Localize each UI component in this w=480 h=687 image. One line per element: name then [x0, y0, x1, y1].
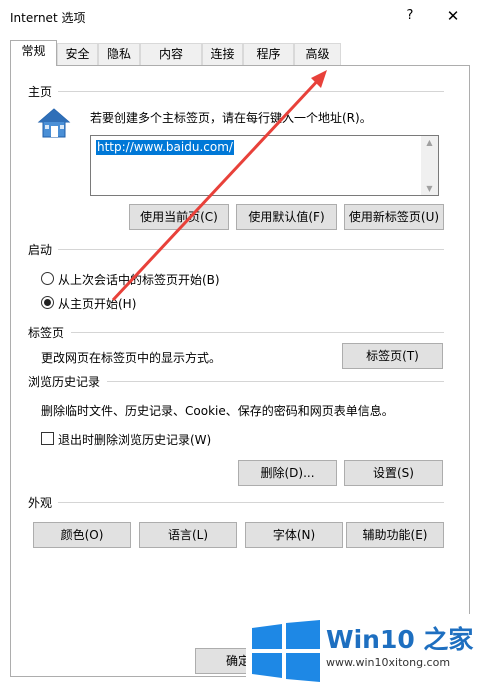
tab-content[interactable]: 内容: [140, 43, 202, 65]
tabs-description: 更改网页在标签页中的显示方式。: [41, 351, 222, 365]
history-group-label: 浏览历史记录: [28, 375, 101, 389]
languages-button[interactable]: 语言(L): [139, 522, 237, 548]
window-title: Internet 选项: [10, 11, 86, 25]
startup-group-separator: [58, 249, 444, 250]
delete-history-button[interactable]: 删除(D)...: [238, 460, 337, 486]
watermark-title: Win10 之家: [326, 625, 474, 654]
use-current-button[interactable]: 使用当前页(C): [129, 204, 229, 230]
colors-button[interactable]: 颜色(O): [33, 522, 131, 548]
appearance-group-label: 外观: [28, 496, 53, 510]
home-group-label: 主页: [28, 85, 53, 99]
watermark: Win10 之家 www.win10xitong.com: [246, 614, 480, 687]
help-button[interactable]: ?: [400, 6, 420, 26]
delete-on-exit-label: 退出时删除浏览历史记录(W): [58, 433, 212, 447]
appearance-group-separator: [58, 502, 444, 503]
home-url-textarea[interactable]: http://www.baidu.com/ ▲ ▼: [90, 135, 439, 196]
startup-group-label: 启动: [28, 243, 53, 257]
start-home-radio[interactable]: [41, 296, 54, 309]
tabs-group-separator: [71, 332, 444, 333]
fonts-button[interactable]: 字体(N): [245, 522, 343, 548]
windows-logo-icon: [252, 620, 320, 685]
title-bar: Internet 选项 ? ✕: [0, 0, 480, 32]
use-new-tab-button[interactable]: 使用新标签页(U): [344, 204, 444, 230]
use-default-button[interactable]: 使用默认值(F): [236, 204, 337, 230]
history-group-separator: [107, 381, 444, 382]
delete-on-exit-checkbox[interactable]: [41, 432, 54, 445]
tab-security[interactable]: 安全: [57, 43, 98, 65]
tab-connections[interactable]: 连接: [202, 43, 243, 65]
close-button[interactable]: ✕: [440, 5, 466, 27]
tabs-settings-button[interactable]: 标签页(T): [342, 343, 443, 369]
start-home-label: 从主页开始(H): [58, 297, 137, 311]
tab-privacy[interactable]: 隐私: [98, 43, 140, 65]
tab-programs[interactable]: 程序: [243, 43, 294, 65]
watermark-url: www.win10xitong.com: [326, 656, 451, 669]
start-last-session-label: 从上次会话中的标签页开始(B): [58, 273, 220, 287]
history-settings-button[interactable]: 设置(S): [344, 460, 443, 486]
tab-advanced[interactable]: 高级: [294, 43, 341, 65]
home-instruction: 若要创建多个主标签页，请在每行键入一个地址(R)。: [90, 111, 372, 125]
scroll-down-icon[interactable]: ▼: [421, 184, 438, 193]
home-url-value: http://www.baidu.com/: [96, 140, 234, 155]
tab-general[interactable]: 常规: [10, 40, 57, 66]
tabs-group-label: 标签页: [28, 326, 65, 340]
start-last-session-radio[interactable]: [41, 272, 54, 285]
general-panel: 主页 若要创建多个主标签页，请在每行键入一个地址(R)。 http://www.…: [10, 65, 470, 677]
url-scrollbar[interactable]: ▲ ▼: [421, 136, 438, 195]
house-icon: [37, 107, 71, 139]
history-description: 删除临时文件、历史记录、Cookie、保存的密码和网页表单信息。: [41, 404, 394, 418]
scroll-up-icon[interactable]: ▲: [421, 138, 438, 147]
accessibility-button[interactable]: 辅助功能(E): [346, 522, 444, 548]
home-group-separator: [58, 91, 444, 92]
